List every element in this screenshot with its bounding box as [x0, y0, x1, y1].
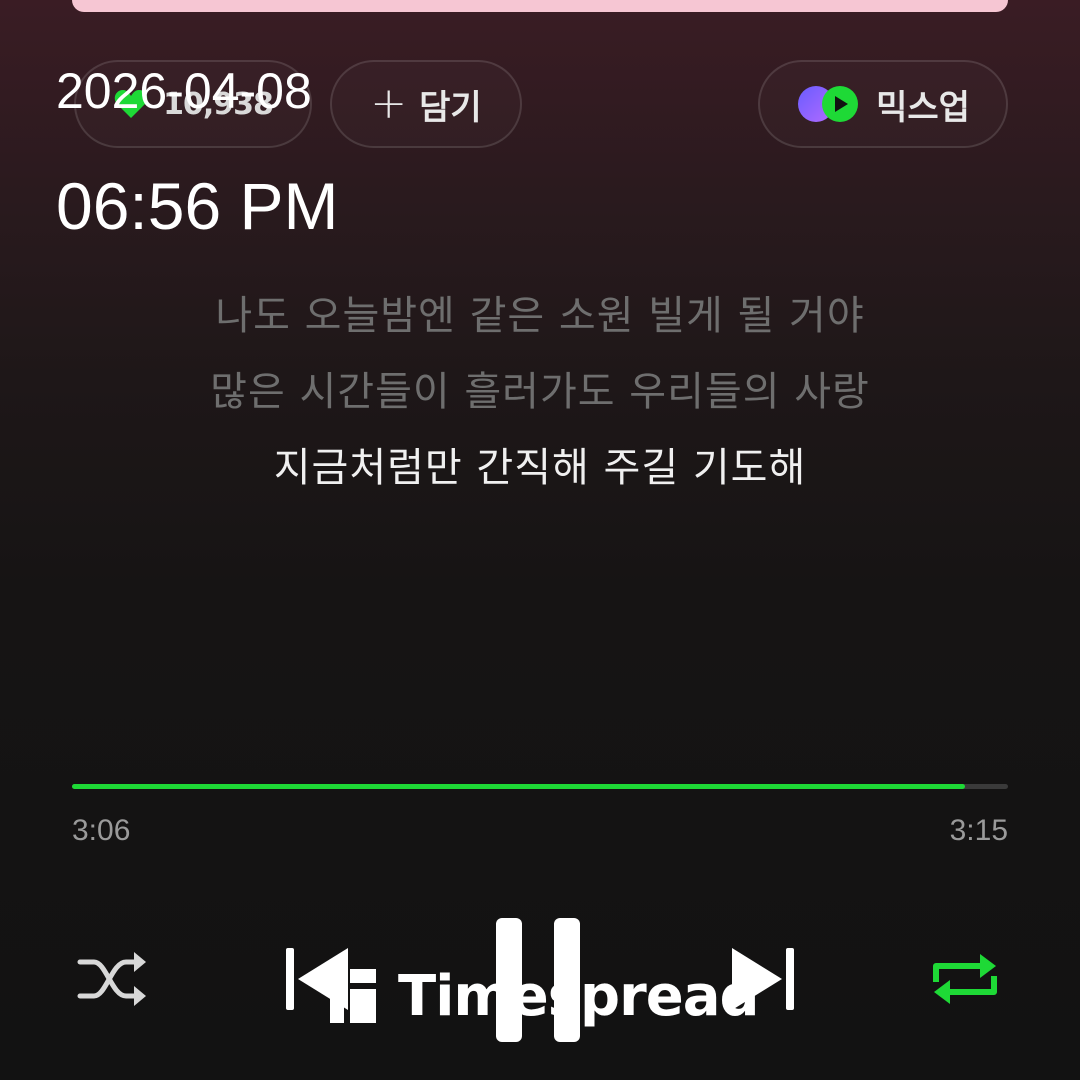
- mixup-icon: [798, 86, 859, 122]
- mixup-button[interactable]: 믹스업: [758, 60, 1008, 148]
- total-time: 3:15: [949, 814, 1008, 847]
- lyrics-panel[interactable]: 나도 오늘밤엔 같은 소원 빌게 될 거야 많은 시간들이 흘러가도 우리들의 …: [0, 278, 1080, 506]
- progress-bar[interactable]: [72, 784, 1008, 789]
- add-label: 담기: [419, 87, 482, 128]
- lyric-line: 나도 오늘밤엔 같은 소원 빌게 될 거야: [215, 293, 865, 339]
- repeat-icon: [933, 954, 997, 1004]
- shuffle-icon: [77, 952, 146, 1006]
- shuffle-button[interactable]: [76, 948, 150, 1010]
- progress-fill: [72, 784, 965, 789]
- watermark: Timespread: [330, 964, 760, 1029]
- timespread-logo-icon: [330, 968, 376, 1023]
- top-banner[interactable]: [72, 0, 1008, 12]
- lyric-line: 많은 시간들이 흘러가도 우리들의 사랑: [210, 369, 870, 415]
- plus-icon: +: [370, 78, 408, 129]
- overlay-time: 06:56 PM: [56, 169, 339, 243]
- add-to-playlist-button[interactable]: + 담기: [330, 60, 522, 148]
- repeat-button[interactable]: [928, 946, 1002, 1012]
- mixup-label: 믹스업: [876, 87, 970, 128]
- elapsed-time: 3:06: [72, 814, 131, 847]
- watermark-text: Timespread: [398, 964, 760, 1029]
- lyric-line-current: 지금처럼만 간직해 주길 기도해: [273, 445, 807, 491]
- overlay-date: 2026-04-08: [56, 63, 312, 119]
